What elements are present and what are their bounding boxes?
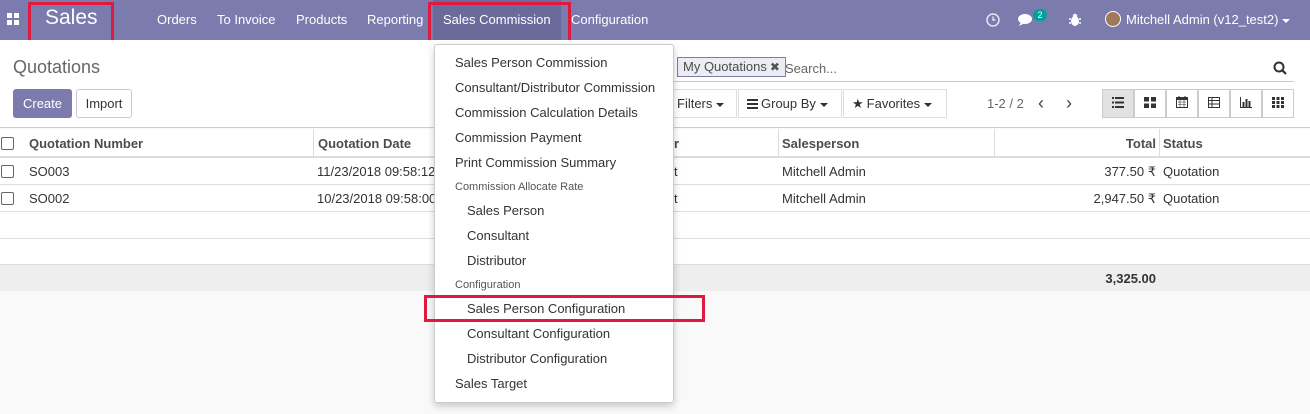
import-button[interactable]: Import [76,89,132,118]
menu-item-distributor-configuration[interactable]: Distributor Configuration [435,346,673,371]
grand-total: 3,325.00 [1105,271,1156,286]
menu-item-rate-distributor[interactable]: Distributor [435,248,673,273]
group-by-icon [747,91,758,118]
messages-icon[interactable] [1018,0,1035,40]
apps-grid-icon[interactable] [7,13,20,26]
star-icon: ★ [852,96,864,111]
menu-item-rate-sales-person[interactable]: Sales Person [435,198,673,223]
group-by-label: Group By [761,96,816,111]
menu-reporting[interactable]: Reporting [367,0,423,40]
menu-item-print-commission-summary[interactable]: Print Commission Summary [435,150,673,175]
user-name-label: Mitchell Admin (v12_test2) [1126,12,1279,27]
header-quotation-date[interactable]: Quotation Date [318,129,411,158]
select-all-checkbox[interactable] [1,137,14,150]
graph-view-icon[interactable] [1230,89,1262,118]
kanban-view-icon[interactable] [1134,89,1166,118]
list-view-icon[interactable] [1102,89,1134,118]
caret-down-icon [716,102,725,107]
highlight-box-app [28,2,114,45]
row-checkbox[interactable] [1,165,14,178]
header-total[interactable]: Total [995,129,1156,158]
menu-to-invoice[interactable]: To Invoice [217,0,276,40]
caret-down-icon [819,102,828,107]
menu-item-rate-consultant[interactable]: Consultant [435,223,673,248]
menu-item-sales-person-commission[interactable]: Sales Person Commission [435,50,673,75]
header-status[interactable]: Status [1163,129,1203,158]
pager-previous-icon[interactable]: ‹ [1038,89,1044,118]
facet-label: My Quotations [683,59,767,74]
cell-quotation-number: SO003 [29,164,70,179]
search-icon[interactable] [1273,61,1287,75]
cell-status: Quotation [1163,164,1220,179]
menu-products[interactable]: Products [296,0,347,40]
filters-label: Filters [677,96,713,111]
cell-salesperson: Mitchell Admin [782,164,866,179]
menu-item-consultant-distributor-commission[interactable]: Consultant/Distributor Commission [435,75,673,100]
cell-salesperson: Mitchell Admin [782,191,866,206]
debug-bug-icon[interactable] [1068,0,1082,40]
search-input[interactable] [785,57,1265,79]
message-count-badge: 2 [1033,9,1047,21]
section-header-allocate-rate: Commission Allocate Rate [455,181,584,193]
menu-item-commission-calculation-details[interactable]: Commission Calculation Details [435,100,673,125]
favorites-button[interactable]: ★ Favorites [843,89,947,118]
menu-item-consultant-configuration[interactable]: Consultant Configuration [435,321,673,346]
pivot-view-icon[interactable] [1198,89,1230,118]
activity-view-icon[interactable] [1262,89,1294,118]
breadcrumb: Quotations [13,57,101,77]
column-separator [778,129,779,158]
column-separator [1159,129,1160,158]
header-customer[interactable]: r [674,129,679,158]
top-navbar: Sales Orders To Invoice Products Reporti… [0,0,1310,40]
header-salesperson[interactable]: Salesperson [782,129,859,158]
cell-quotation-number: SO002 [29,191,70,206]
caret-down-icon [1282,18,1291,23]
highlight-box-config-item [424,295,705,322]
cell-status: Quotation [1163,191,1220,206]
menu-item-sales-target[interactable]: Sales Target [435,371,673,396]
cell-quotation-date: 10/23/2018 09:58:00 [317,191,434,206]
menu-orders[interactable]: Orders [157,0,197,40]
cell-quotation-date: 11/23/2018 09:58:12 [317,164,434,179]
user-menu[interactable]: Mitchell Admin (v12_test2) [1126,0,1291,40]
section-header-configuration: Configuration [455,279,521,291]
sales-commission-dropdown: Sales Person Commission Consultant/Distr… [434,44,674,403]
facet-remove-icon[interactable]: ✖ [770,60,780,74]
cell-total: 2,947.50 ₹ [1093,191,1157,206]
activity-clock-icon[interactable] [986,0,1000,40]
user-avatar[interactable] [1105,11,1121,27]
cell-total: 377.50 ₹ [1104,164,1156,179]
caret-down-icon [924,102,933,107]
pager-value[interactable]: 1-2 / 2 [987,89,1024,118]
create-button[interactable]: Create [13,89,72,118]
cell-customer: t [674,164,678,179]
row-checkbox[interactable] [1,192,14,205]
cell-customer: t [674,191,678,206]
header-quotation-number[interactable]: Quotation Number [29,129,143,158]
menu-configuration[interactable]: Configuration [571,0,648,40]
favorites-label: Favorites [866,96,921,111]
column-separator [313,129,314,158]
calendar-view-icon[interactable] [1166,89,1198,118]
pager-next-icon[interactable]: › [1066,89,1072,118]
search-facet[interactable]: My Quotations ✖ [677,57,786,77]
menu-item-commission-payment[interactable]: Commission Payment [435,125,673,150]
group-by-button[interactable]: Group By [738,89,842,118]
